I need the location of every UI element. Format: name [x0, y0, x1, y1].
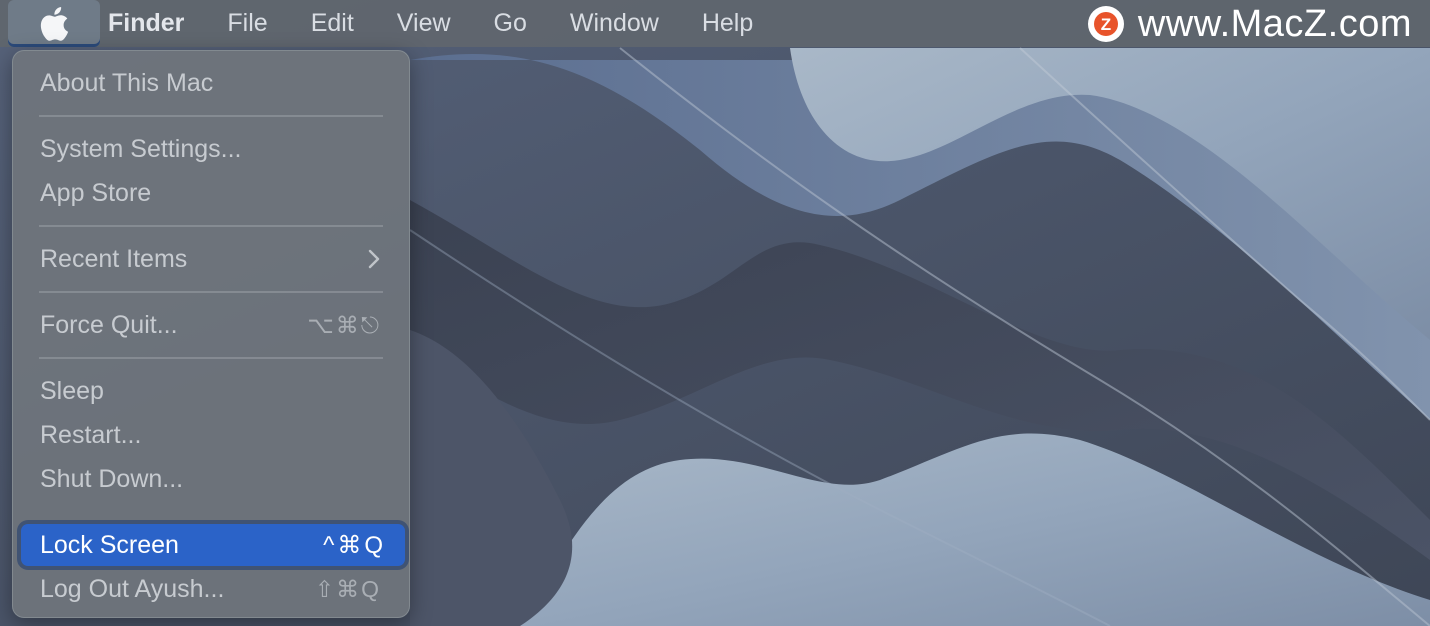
watermark-badge: Z [1087, 6, 1124, 42]
menu-separator [39, 357, 383, 359]
menu-item-label: System Settings... [40, 134, 242, 163]
watermark-badge-letter: Z [1101, 15, 1111, 34]
menu-item-shortcut: ^⌘Q [323, 531, 386, 559]
menu-item-label: Lock Screen [40, 530, 179, 559]
watermark-text: www.MacZ.com [1137, 2, 1412, 45]
menu-item-label: Sleep [40, 376, 104, 405]
menu-item-recent-items[interactable]: Recent Items [13, 237, 409, 281]
menu-item-label: Shut Down... [40, 464, 184, 493]
apple-logo-icon [40, 6, 69, 41]
menu-item-label: App Store [40, 178, 152, 207]
menubar-file[interactable]: File [227, 9, 267, 38]
apple-menu: About This Mac System Settings... App St… [12, 50, 410, 618]
menu-item-restart[interactable]: Restart... [13, 413, 409, 457]
menubar-help[interactable]: Help [702, 9, 753, 38]
menu-item-label: Log Out Ayush... [40, 574, 225, 603]
menu-item-shortcut: ⇧⌘Q [314, 575, 381, 602]
menu-separator [39, 291, 383, 293]
menu-item-system-settings[interactable]: System Settings... [13, 127, 409, 171]
menu-item-shut-down[interactable]: Shut Down... [13, 457, 409, 501]
apple-menu-button[interactable] [8, 0, 100, 47]
menubar-app-finder[interactable]: Finder [108, 9, 184, 38]
desktop: Finder File Edit View Go Window Help Z w… [0, 0, 1430, 626]
menu-bar: Finder File Edit View Go Window Help Z w… [0, 0, 1430, 47]
menu-item-label: About This Mac [40, 68, 214, 97]
menu-item-about[interactable]: About This Mac [13, 61, 409, 105]
macz-logo-icon: Z [1093, 12, 1118, 36]
menu-item-shortcut: ⌥⌘⎋ [307, 311, 381, 338]
menubar-window[interactable]: Window [570, 9, 659, 38]
menu-item-sleep[interactable]: Sleep [13, 369, 409, 413]
menu-item-force-quit[interactable]: Force Quit... ⌥⌘⎋ [13, 303, 409, 347]
menubar-view[interactable]: View [397, 9, 451, 38]
menu-item-label: Restart... [40, 420, 142, 449]
menu-item-log-out[interactable]: Log Out Ayush... ⇧⌘Q [13, 567, 409, 611]
menu-separator [39, 115, 383, 117]
menu-item-label: Recent Items [40, 244, 188, 273]
menubar-go[interactable]: Go [494, 9, 527, 38]
menubar-edit[interactable]: Edit [311, 9, 354, 38]
watermark: Z www.MacZ.com [1087, 2, 1412, 45]
menu-item-lock-screen[interactable]: Lock Screen ^⌘Q [21, 524, 405, 566]
menu-item-app-store[interactable]: App Store [13, 171, 409, 215]
menu-item-label: Force Quit... [40, 310, 178, 339]
chevron-right-icon [368, 249, 380, 269]
menu-separator [39, 225, 383, 227]
